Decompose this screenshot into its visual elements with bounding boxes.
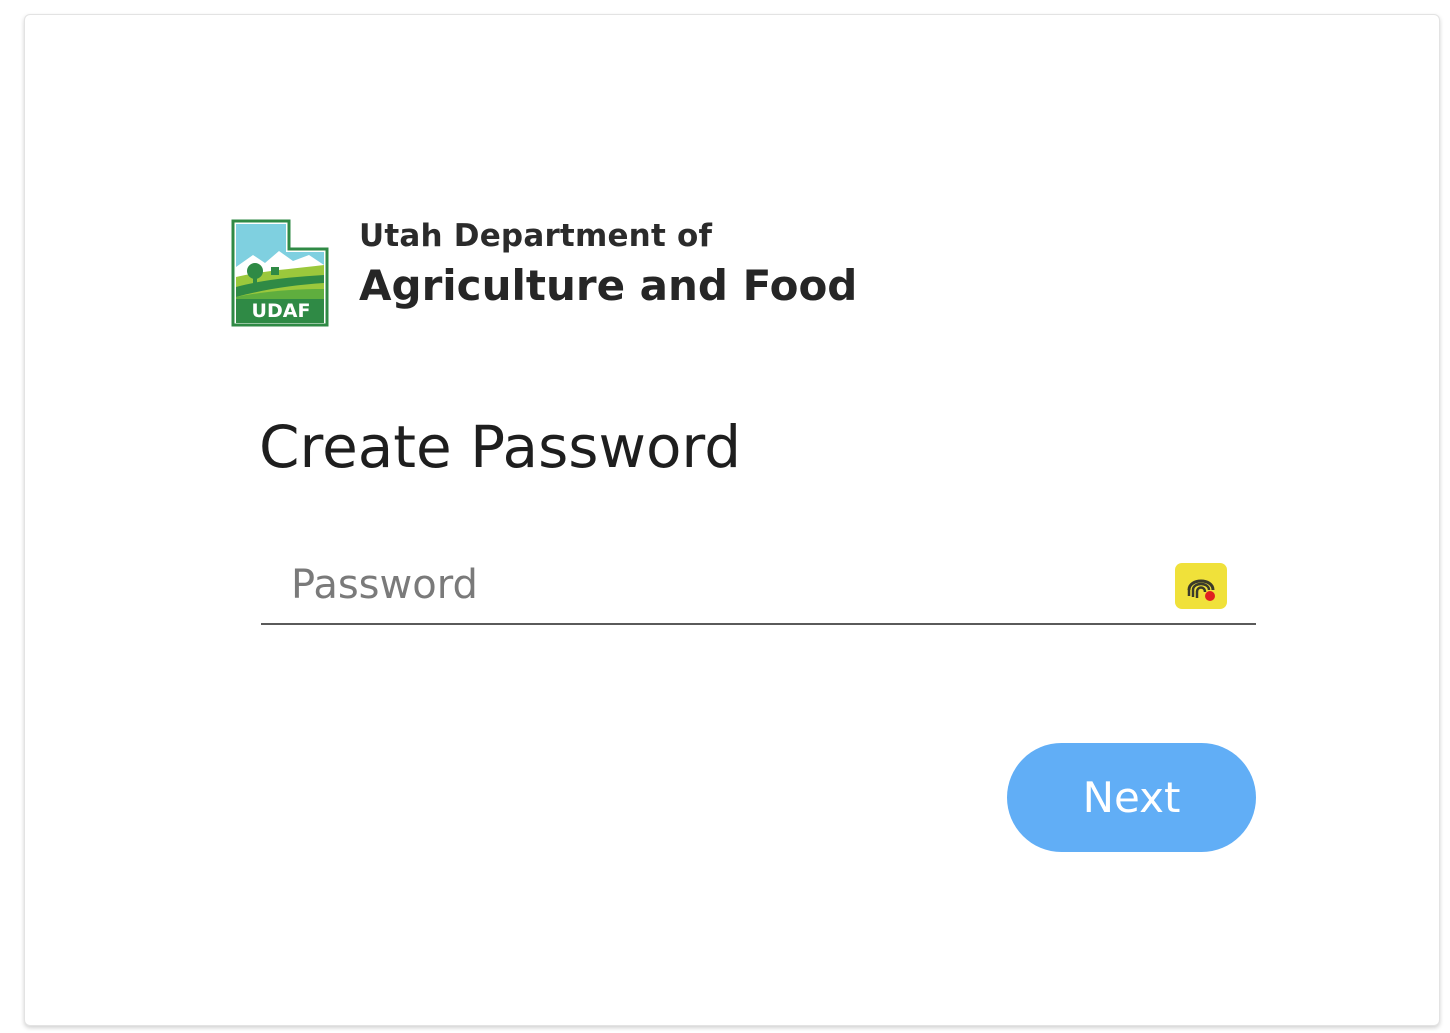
next-button[interactable]: Next <box>1007 743 1256 852</box>
logo-text: UDAF <box>251 300 311 322</box>
password-input[interactable] <box>291 555 1151 615</box>
org-name-line1: Utah Department of <box>359 218 713 254</box>
page-title: Create Password <box>259 413 742 481</box>
org-name-line2: Agriculture and Food <box>359 261 858 310</box>
password-manager-icon[interactable] <box>1175 563 1227 609</box>
udaf-logo: UDAF <box>231 219 329 327</box>
login-card: UDAF Utah Department of Agriculture and … <box>24 14 1440 1026</box>
password-field-container <box>261 547 1256 625</box>
